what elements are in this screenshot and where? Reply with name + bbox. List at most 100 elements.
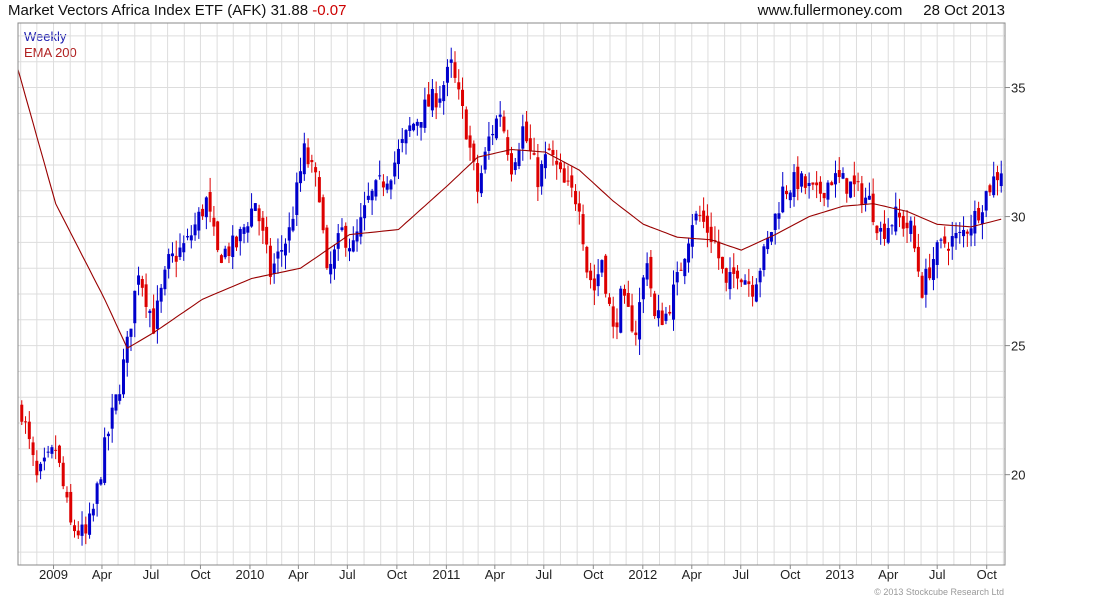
y-tick-label: 35 (1011, 81, 1025, 96)
candle-body (400, 139, 404, 143)
candle-body (427, 94, 431, 107)
candle-body (611, 306, 615, 327)
x-tick-label: Oct (583, 567, 604, 582)
y-tick-label: 25 (1011, 339, 1025, 354)
x-tick-label: Apr (485, 567, 506, 582)
candle-body (476, 163, 480, 192)
candle-body (788, 192, 792, 201)
candle-body (276, 251, 280, 259)
x-tick-label: Jul (929, 567, 946, 582)
candle-body (155, 300, 159, 329)
candle-body (212, 217, 216, 227)
candle-body (106, 433, 110, 437)
candle-body (619, 288, 623, 333)
candle-body (777, 213, 781, 219)
candle-body (754, 284, 758, 302)
ema-line (17, 69, 1002, 349)
candle-body (103, 437, 107, 483)
candle-body (163, 269, 167, 290)
candle-body (223, 248, 227, 258)
candle-body (415, 121, 419, 126)
candle-body (570, 175, 574, 188)
candle-body (882, 223, 886, 239)
candle-body (604, 255, 608, 294)
candle-body (510, 153, 513, 175)
candle-body (219, 255, 223, 263)
candle-body (287, 227, 291, 241)
candle-body (246, 226, 250, 233)
candle-body (487, 136, 491, 151)
candle-body (626, 292, 630, 307)
candle-body (615, 322, 619, 328)
candle-body (683, 258, 687, 277)
candle-body (977, 207, 981, 221)
candle-body (306, 147, 310, 165)
candle-body (468, 135, 472, 148)
x-tick-label: 2009 (39, 567, 68, 582)
candle-body (645, 263, 649, 280)
candle-body (517, 149, 521, 167)
candle-body (152, 308, 156, 334)
candle-body (705, 215, 709, 233)
candle-body (61, 462, 65, 487)
candle-body (80, 524, 84, 536)
candle-body (656, 310, 660, 319)
candle-body (231, 235, 235, 258)
candle-body (88, 513, 92, 535)
candle-body (833, 173, 837, 185)
candle-body (95, 483, 99, 504)
candle-body (920, 275, 924, 298)
candle-body (540, 164, 544, 187)
candle-body (54, 449, 58, 451)
candle-body (42, 457, 46, 462)
candle-body (366, 195, 370, 200)
candle-body (31, 442, 35, 456)
candle-body (295, 182, 299, 215)
candle-body (434, 93, 438, 108)
candle-body (634, 332, 638, 336)
candle-body (913, 225, 917, 249)
candle-body (743, 280, 747, 285)
candle-body (208, 192, 212, 212)
candle-body (720, 256, 724, 269)
candle-body (660, 310, 664, 325)
candle-body (574, 190, 578, 205)
candle-body (822, 192, 826, 199)
candle-body (815, 182, 819, 186)
x-tick-label: 2013 (825, 567, 854, 582)
x-tick-label: 2010 (235, 567, 264, 582)
grid (18, 23, 1010, 569)
candle-body (717, 241, 721, 259)
candle-body (698, 214, 702, 216)
candle-body (479, 173, 483, 194)
candle-body (234, 236, 238, 248)
candle-body (494, 118, 498, 139)
candle-body (321, 197, 325, 231)
candle-body (268, 245, 272, 277)
candle-body (110, 407, 114, 429)
candle-body (800, 173, 804, 187)
x-axis-labels: 2009 Apr Jul Oct 2010 Apr Jul Oct 2011 Apr Jul Oct 2… (39, 567, 997, 582)
candle-body (50, 447, 54, 454)
candle-body (894, 206, 898, 232)
x-tick-label: Jul (535, 567, 552, 582)
x-tick-label: Apr (288, 567, 309, 582)
candle-body (129, 328, 133, 337)
candle-body (690, 225, 694, 247)
candle-body (291, 218, 295, 231)
candle-body (555, 160, 559, 165)
candle-body (585, 246, 589, 273)
candle-body (381, 181, 385, 188)
candle-body (340, 227, 344, 231)
candle-body (837, 170, 841, 178)
candle-body (671, 284, 675, 320)
candle-body (253, 203, 257, 211)
candle-body (924, 268, 928, 295)
candle-body (238, 229, 242, 242)
candle-body (445, 66, 449, 83)
candle-body (430, 88, 434, 111)
candle-body (849, 181, 853, 198)
candle-body (27, 421, 31, 440)
candle-body (532, 153, 536, 155)
candle-body (393, 162, 397, 177)
